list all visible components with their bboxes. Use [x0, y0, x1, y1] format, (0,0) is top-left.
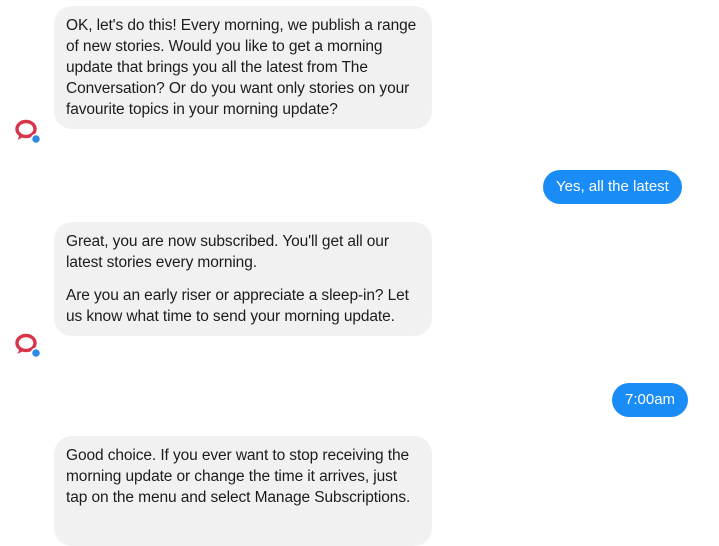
bot-message-bubble: Great, you are now subscribed. You'll ge… [54, 222, 432, 336]
speech-bubble-icon [15, 119, 42, 145]
bot-avatar [14, 331, 44, 361]
user-message-bubble: 7:00am [612, 383, 689, 417]
bot-message-text: Good choice. If you ever want to stop re… [66, 447, 411, 506]
chat-thread: OK, let's do this! Every morning, we pub… [0, 0, 719, 546]
bot-message-text: Great, you are now subscribed. You'll ge… [66, 233, 389, 271]
bot-message-bubble: Good choice. If you ever want to stop re… [54, 436, 432, 546]
user-message-text: 7:00am [625, 391, 676, 408]
bot-message-bubble: OK, let's do this! Every morning, we pub… [54, 6, 432, 129]
user-message-text: Yes, all the latest [556, 178, 669, 195]
bot-avatar [14, 117, 44, 147]
bot-message-text: OK, let's do this! Every morning, we pub… [66, 17, 417, 118]
user-message-bubble: Yes, all the latest [543, 170, 682, 204]
speech-bubble-icon [15, 333, 42, 359]
bot-message-text: Are you an early riser or appreciate a s… [66, 287, 409, 325]
